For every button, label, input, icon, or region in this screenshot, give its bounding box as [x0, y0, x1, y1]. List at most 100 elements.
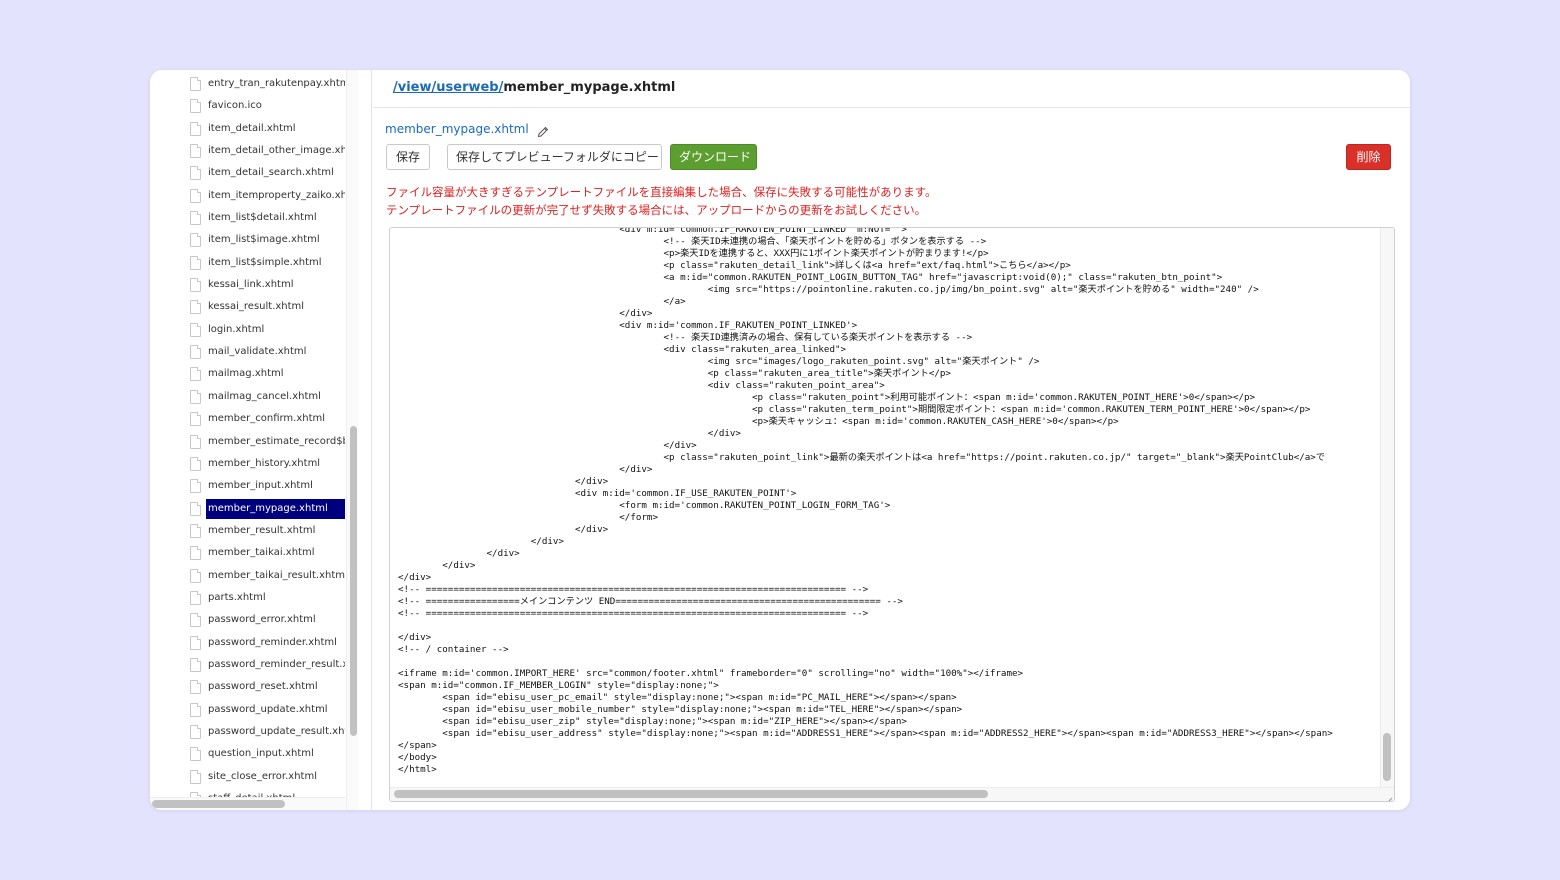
filename-row: member_mypage.xhtml: [385, 120, 549, 138]
file-tree-item-label: member_input.xhtml: [208, 480, 313, 492]
file-tree-item[interactable]: password_update_result.xhtml: [150, 721, 350, 743]
code-line: </div>: [398, 524, 609, 535]
file-tree-item[interactable]: item_list$detail.xhtml: [150, 207, 350, 229]
save-and-copy-button[interactable]: 保存してプレビューフォルダにコピー: [447, 144, 662, 170]
file-icon: [190, 769, 201, 784]
file-tree-item[interactable]: password_reminder_result.xhtml: [150, 654, 350, 676]
file-tree-item[interactable]: mailmag_cancel.xhtml: [150, 386, 350, 408]
code-line: <span id="ebisu_user_mobile_number" styl…: [398, 704, 963, 715]
file-tree-item[interactable]: password_update.xhtml: [150, 699, 350, 721]
file-tree-item[interactable]: member_confirm.xhtml: [150, 408, 350, 430]
file-tree-item[interactable]: member_taikai_result.xhtml: [150, 565, 350, 587]
code-line: <span id="ebisu_user_address" style="dis…: [398, 728, 1333, 739]
pencil-icon[interactable]: [537, 123, 549, 138]
file-icon: [190, 546, 201, 561]
code-line: <p class="rakuten_point">利用可能ポイント：<span …: [398, 392, 1256, 403]
file-tree-item[interactable]: member_estimate_record$bt: [150, 431, 350, 453]
save-button[interactable]: 保存: [386, 144, 430, 170]
file-icon: [190, 412, 201, 427]
file-icon: [190, 345, 201, 360]
file-tree-item[interactable]: question_input.xhtml: [150, 743, 350, 765]
file-list: entry_tran_rakutenpay.xhtml favicon.ico it…: [150, 73, 350, 810]
editor-horizontal-scroll-thumb[interactable]: [394, 790, 988, 798]
code-line: <a m:id="common.RAKUTEN_POINT_LOGIN_BUTT…: [398, 272, 1223, 283]
code-line: <span m:id="common.IF_MEMBER_LOGIN" styl…: [398, 680, 719, 691]
file-icon: [190, 747, 201, 762]
code-text[interactable]: <div m:id='common.IF_RAKUTEN_POINT_LINKE…: [398, 228, 1378, 776]
file-icon: [190, 77, 201, 91]
file-tree-item[interactable]: item_list$image.xhtml: [150, 229, 350, 251]
editor-vertical-scroll-thumb[interactable]: [1383, 733, 1391, 781]
file-tree-item[interactable]: member_taikai.xhtml: [150, 542, 350, 564]
file-tree-item-label: kessai_result.xhtml: [208, 301, 305, 313]
file-tree-item[interactable]: item_detail_search.xhtml: [150, 162, 350, 184]
file-tree-item[interactable]: item_itemproperty_zaiko.xhtml: [150, 185, 350, 207]
file-tree-item[interactable]: login.xhtml: [150, 319, 350, 341]
code-line: <iframe m:id='common.IMPORT_HERE' src="c…: [398, 668, 1024, 679]
file-icon: [190, 501, 201, 516]
code-line: <div m:id='common.IF_RAKUTEN_POINT_LINKE…: [398, 320, 858, 331]
file-tree-item-label: entry_tran_rakutenpay.xhtml: [208, 78, 345, 89]
code-line: </html>: [398, 764, 437, 775]
code-line: <img src="https://pointonline.rakuten.co…: [398, 284, 1259, 295]
editor-vertical-scrollbar[interactable]: [1380, 228, 1394, 788]
file-tree-item[interactable]: kessai_link.xhtml: [150, 274, 350, 296]
file-tree-item[interactable]: mail_validate.xhtml: [150, 341, 350, 363]
breadcrumb-folder-link[interactable]: /view/userweb/: [393, 80, 503, 95]
code-line: </div>: [398, 536, 564, 547]
code-line: </div>: [398, 548, 520, 559]
code-line: </form>: [398, 512, 658, 523]
code-line: <span id="ebisu_user_zip" style="display…: [398, 716, 907, 727]
file-tree-item-label: kessai_link.xhtml: [208, 279, 294, 291]
file-tree-item-label: item_list$simple.xhtml: [208, 256, 322, 268]
file-tree-item[interactable]: parts.xhtml: [150, 587, 350, 609]
file-tree-item[interactable]: member_history.xhtml: [150, 453, 350, 475]
code-line: </div>: [398, 464, 653, 475]
file-tree-item-label: mailmag.xhtml: [208, 368, 284, 380]
file-icon: [190, 657, 201, 672]
code-line: <p class="rakuten_detail_link">詳しくは<a hr…: [398, 260, 1071, 271]
file-icon: [190, 99, 201, 114]
file-tree-item[interactable]: mailmag.xhtml: [150, 363, 350, 385]
file-tree-item[interactable]: item_detail.xhtml: [150, 118, 350, 140]
download-button[interactable]: ダウンロード: [670, 144, 757, 170]
file-icon: [190, 233, 201, 248]
code-line: </div>: [398, 308, 653, 319]
code-line: <p>楽天IDを連携すると、XXX円に1ポイント楽天ポイントが貯まります!</p…: [398, 248, 989, 259]
file-tree-item[interactable]: password_error.xhtml: [150, 609, 350, 631]
file-tree-item[interactable]: password_reminder.xhtml: [150, 632, 350, 654]
code-line: <p class="rakuten_term_point">期間限定ポイント：<…: [398, 404, 1311, 415]
resize-grip-icon[interactable]: [1383, 790, 1393, 801]
file-tree-item[interactable]: password_reset.xhtml: [150, 676, 350, 698]
file-icon: [190, 456, 201, 471]
file-name-label[interactable]: member_mypage.xhtml: [385, 122, 529, 136]
file-tree-item[interactable]: member_result.xhtml: [150, 520, 350, 542]
file-tree-item-label: favicon.ico: [208, 100, 262, 112]
template-editor-window: entry_tran_rakutenpay.xhtml favicon.ico it…: [150, 70, 1410, 810]
sidebar-vertical-scroll-thumb[interactable]: [350, 426, 357, 736]
file-tree-item-label: item_detail_other_image.xhtml: [208, 145, 345, 157]
sidebar-horizontal-scroll-thumb[interactable]: [152, 800, 285, 808]
code-line: <div class="rakuten_area_linked">: [398, 344, 847, 355]
file-tree-item[interactable]: member_mypage.xhtml: [150, 498, 350, 520]
breadcrumb-current-file: member_mypage.xhtml: [503, 80, 676, 95]
warning-message-2: テンプレートファイルの更新が完了せず失敗する場合には、アップロードからの更新をお…: [386, 203, 927, 217]
file-icon: [190, 188, 201, 203]
code-editor[interactable]: <div m:id='common.IF_RAKUTEN_POINT_LINKE…: [389, 227, 1395, 802]
code-line: <p class="rakuten_area_title">楽天ポイント</p>: [398, 368, 951, 379]
file-tree-item-label: member_taikai_result.xhtml: [208, 569, 345, 581]
file-icon: [190, 300, 201, 315]
file-tree-item-label: member_history.xhtml: [208, 457, 321, 469]
delete-button[interactable]: 削除: [1346, 144, 1391, 170]
file-tree-item[interactable]: kessai_result.xhtml: [150, 296, 350, 318]
file-tree-item[interactable]: site_close_error.xhtml: [150, 766, 350, 788]
file-tree-sidebar: entry_tran_rakutenpay.xhtml favicon.ico it…: [150, 70, 372, 810]
file-tree-item[interactable]: entry_tran_rakutenpay.xhtml: [150, 73, 350, 95]
code-line: <!-- / container -->: [398, 644, 509, 655]
file-tree-item[interactable]: item_list$simple.xhtml: [150, 252, 350, 274]
code-line: <!-- 楽天ID連携済みの場合、保有している楽天ポイントを表示する -->: [398, 332, 973, 343]
file-tree-item[interactable]: member_input.xhtml: [150, 475, 350, 497]
file-tree-item[interactable]: item_detail_other_image.xhtml: [150, 140, 350, 162]
file-tree-item[interactable]: favicon.ico: [150, 95, 350, 117]
